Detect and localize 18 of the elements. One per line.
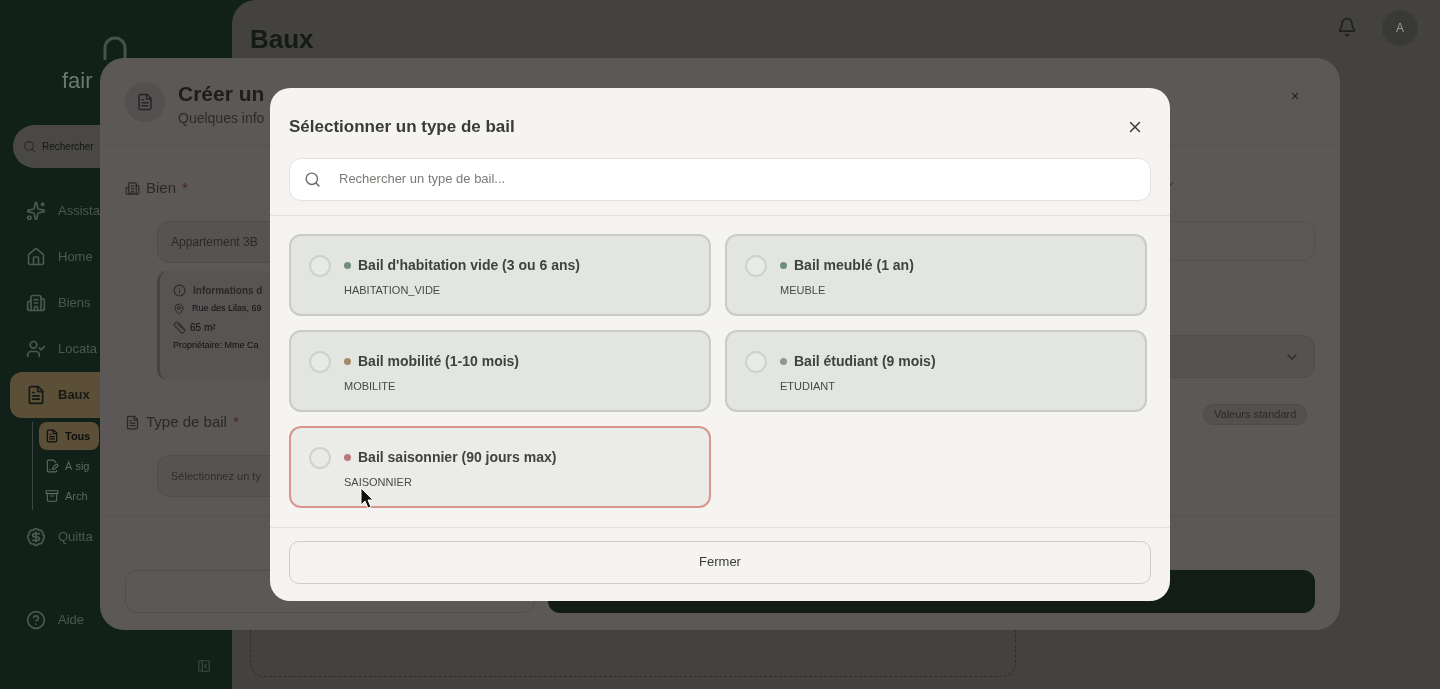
logo: fair (62, 67, 93, 95)
area-text: 65 m² (190, 320, 216, 335)
option-title: Bail saisonnier (90 jours max) (358, 447, 557, 467)
owner-text: Propriétaire: Mme Ca (173, 338, 260, 352)
dialog-title: Créer un (178, 81, 265, 107)
option-title: Bail mobilité (1-10 mois) (358, 351, 520, 371)
option-code: SAISONNIER (344, 474, 412, 490)
option-code: HABITATION_VIDE (344, 282, 441, 298)
option-title: Bail meublé (1 an) (794, 255, 914, 275)
required-mark: * (232, 412, 239, 432)
option-code: ETUDIANT (780, 378, 835, 394)
required-mark: * (182, 178, 188, 198)
option-title: Bail d'habitation vide (3 ou 6 ans) (358, 255, 580, 275)
dialog-title: Sélectionner un type de bail (289, 116, 515, 138)
option-code: MEUBLE (780, 282, 826, 298)
option-title: Bail étudiant (9 mois) (794, 351, 936, 371)
address-text: Rue des Lilas, 69 (192, 302, 262, 315)
option-code: MOBILITE (344, 378, 396, 394)
